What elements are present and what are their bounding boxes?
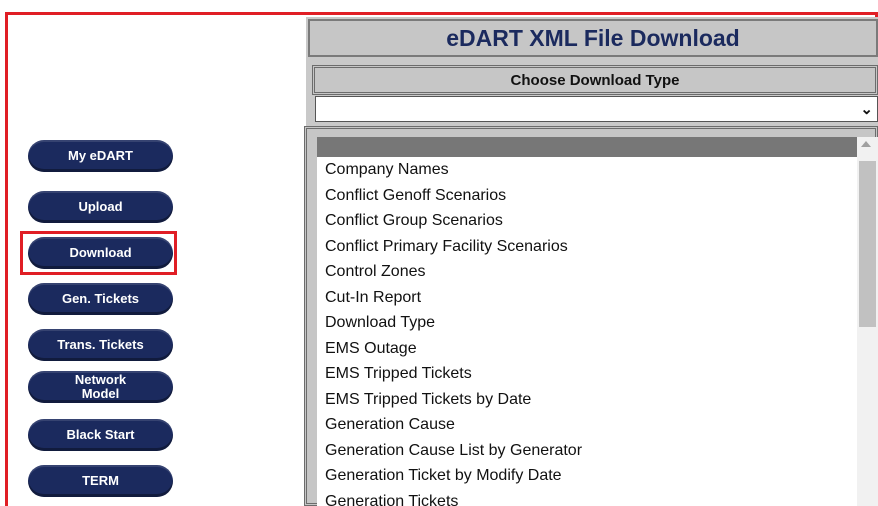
nav-my-edart-button[interactable]: My eDART: [28, 140, 173, 172]
list-item-selected[interactable]: [317, 137, 857, 157]
nav-download-button[interactable]: Download: [28, 237, 173, 269]
list-item[interactable]: Cut-In Report: [317, 285, 857, 311]
list-item[interactable]: Download Type: [317, 310, 857, 336]
list-item[interactable]: Generation Cause List by Generator: [317, 438, 857, 464]
download-type-select[interactable]: ⌄: [315, 96, 878, 122]
list-item[interactable]: Generation Cause: [317, 412, 857, 438]
nav-term-button[interactable]: TERM: [28, 465, 173, 497]
list-item[interactable]: EMS Tripped Tickets: [317, 361, 857, 387]
nav-upload-button[interactable]: Upload: [28, 191, 173, 223]
list-item[interactable]: Generation Tickets: [317, 489, 857, 506]
list-item[interactable]: Conflict Group Scenarios: [317, 208, 857, 234]
download-type-list[interactable]: Company Names Conflict Genoff Scenarios Co…: [317, 137, 857, 506]
chevron-down-icon[interactable]: ⌄: [860, 100, 873, 118]
list-item[interactable]: Conflict Genoff Scenarios: [317, 183, 857, 209]
nav-network-model-button[interactable]: Network Model: [28, 371, 173, 403]
list-item[interactable]: EMS Outage: [317, 336, 857, 362]
list-item[interactable]: EMS Tripped Tickets by Date: [317, 387, 857, 413]
list-item[interactable]: Conflict Primary Facility Scenarios: [317, 234, 857, 260]
list-scrollbar[interactable]: [857, 137, 878, 506]
choose-download-type-label: Choose Download Type: [312, 65, 878, 95]
highlight-frame-top: [300, 12, 878, 15]
nav-trans-tickets-button[interactable]: Trans. Tickets: [28, 329, 173, 361]
list-item[interactable]: Control Zones: [317, 259, 857, 285]
list-item[interactable]: Company Names: [317, 157, 857, 183]
nav-black-start-button[interactable]: Black Start: [28, 419, 173, 451]
list-item[interactable]: Generation Ticket by Modify Date: [317, 463, 857, 489]
scroll-thumb[interactable]: [859, 161, 876, 327]
nav-gen-tickets-button[interactable]: Gen. Tickets: [28, 283, 173, 315]
scroll-up-arrow-icon[interactable]: [861, 141, 871, 147]
page-title: eDART XML File Download: [308, 19, 878, 57]
